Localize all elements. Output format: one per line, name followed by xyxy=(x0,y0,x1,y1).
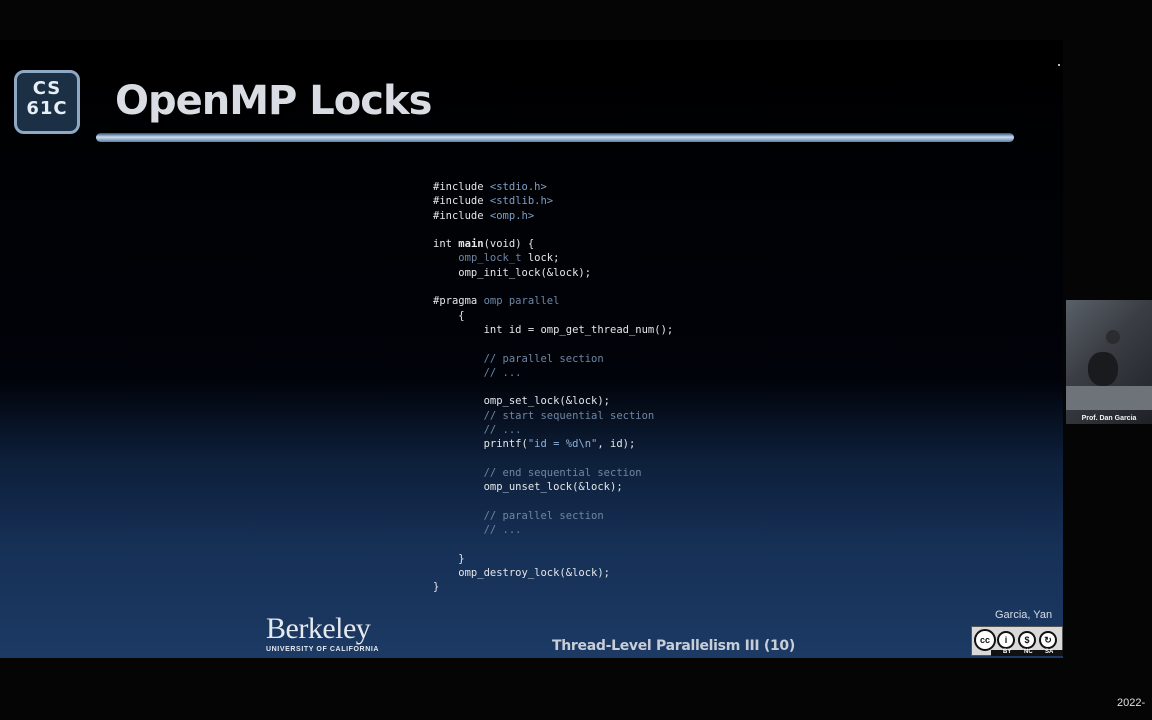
code-line: { xyxy=(433,309,673,323)
code-line: printf("id = %d\n", id); xyxy=(433,437,673,451)
webcam-video[interactable]: Prof. Dan Garcia xyxy=(1066,300,1152,424)
code-token: omp_destroy_lock(&lock); xyxy=(433,567,611,580)
code-line: omp_lock_t lock; xyxy=(433,251,673,265)
sa-icon: ↻ xyxy=(1039,631,1057,649)
code-token: omp_unset_lock(&lock); xyxy=(433,481,623,494)
code-line: omp_init_lock(&lock); xyxy=(433,266,673,280)
code-token: omp parallel xyxy=(483,295,560,308)
code-token: omp_init_lock(&lock); xyxy=(433,266,592,279)
code-line: // ... xyxy=(433,423,673,437)
logo-text-line2: 61C xyxy=(26,98,68,119)
code-token: // ... xyxy=(433,424,522,437)
code-token: (void) { xyxy=(483,238,535,251)
slide: CS 61C OpenMP Locks #include <stdio.h> #i… xyxy=(0,40,1063,658)
code-token: #include xyxy=(433,195,490,208)
logo-text: CS 61C xyxy=(17,79,77,119)
code-token: // parallel section xyxy=(433,352,604,365)
footer-title: Thread-Level Parallelism III (10) xyxy=(552,638,795,654)
authors: Garcia, Yan xyxy=(995,609,1053,621)
code-line: // start sequential section xyxy=(433,409,673,423)
stray-dot xyxy=(1058,64,1060,66)
code-token: } xyxy=(433,552,465,565)
code-token: omp_set_lock(&lock); xyxy=(433,395,611,408)
logo-text-line1: CS xyxy=(32,78,62,99)
webcam-figure-head xyxy=(1106,330,1120,344)
webcam-desk xyxy=(1066,386,1152,410)
code-line: int id = omp_get_thread_num(); xyxy=(433,323,674,337)
cs61c-logo: CS 61C xyxy=(14,70,80,134)
creative-commons-badge: cc i $ ↻ BY NC SA xyxy=(971,626,1063,656)
date-fragment: 2022- xyxy=(1117,697,1146,709)
code-line: int main(void) { xyxy=(433,237,673,251)
nc-icon: $ xyxy=(1018,631,1036,649)
by-icon: i xyxy=(997,631,1015,649)
code-line: #include <stdlib.h> xyxy=(433,194,673,208)
berkeley-subtitle: UNIVERSITY OF CALIFORNIA xyxy=(266,646,380,653)
code-token: , id); xyxy=(597,438,636,451)
code-token: lock; xyxy=(521,252,560,265)
code-token: #include xyxy=(433,209,490,222)
code-token: main xyxy=(458,238,484,251)
code-line: #include <stdio.h> xyxy=(433,180,673,194)
code-line: // parallel section xyxy=(433,352,673,366)
code-line: } xyxy=(433,580,673,594)
code-token: omp_lock_t xyxy=(458,252,522,265)
code-line: #include <omp.h> xyxy=(433,209,673,223)
cc-icon: cc xyxy=(974,629,996,651)
code-token: <omp.h> xyxy=(489,209,535,222)
code-line: omp_set_lock(&lock); xyxy=(433,394,673,408)
berkeley-wordmark: Berkeley xyxy=(266,612,371,645)
code-line: omp_destroy_lock(&lock); xyxy=(433,566,673,580)
code-line: #pragma omp parallel xyxy=(433,294,673,308)
license-label-nc: NC xyxy=(1024,649,1033,655)
code-token: <stdlib.h> xyxy=(489,195,554,208)
code-token: #include xyxy=(433,181,490,193)
code-token: // ... xyxy=(433,366,522,379)
title-underline-bar xyxy=(96,133,1014,142)
code-token: // parallel section xyxy=(433,509,604,522)
code-line: // ... xyxy=(433,366,673,380)
code-token: #pragma xyxy=(433,295,484,308)
slide-title: OpenMP Locks xyxy=(115,78,432,124)
code-line: // end sequential section xyxy=(433,466,673,480)
license-label-sa: SA xyxy=(1045,649,1054,655)
webcam-label: Prof. Dan Garcia xyxy=(1081,415,1137,422)
code-token: // ... xyxy=(433,524,522,537)
code-token: } xyxy=(433,581,440,594)
code-token: printf( xyxy=(433,438,528,451)
code-token: <stdio.h> xyxy=(489,181,547,193)
code-line: } xyxy=(433,552,673,566)
berkeley-logo: Berkeley UNIVERSITY OF CALIFORNIA xyxy=(266,612,380,654)
code-token: { xyxy=(433,309,465,322)
code-token: int xyxy=(433,238,459,251)
code-block: #include <stdio.h> #include <stdlib.h> #in… xyxy=(433,180,673,595)
webcam-figure-body xyxy=(1088,352,1118,386)
code-token: // end sequential section xyxy=(433,466,642,479)
code-line: // ... xyxy=(433,523,673,537)
code-token: // start sequential section xyxy=(433,409,655,422)
code-line: omp_unset_lock(&lock); xyxy=(433,480,673,494)
code-token: int id = omp_get_thread_num(); xyxy=(433,323,674,336)
license-label-by: BY xyxy=(1003,649,1012,655)
code-token: "id = %d\n" xyxy=(527,438,598,451)
code-line: // parallel section xyxy=(433,509,673,523)
